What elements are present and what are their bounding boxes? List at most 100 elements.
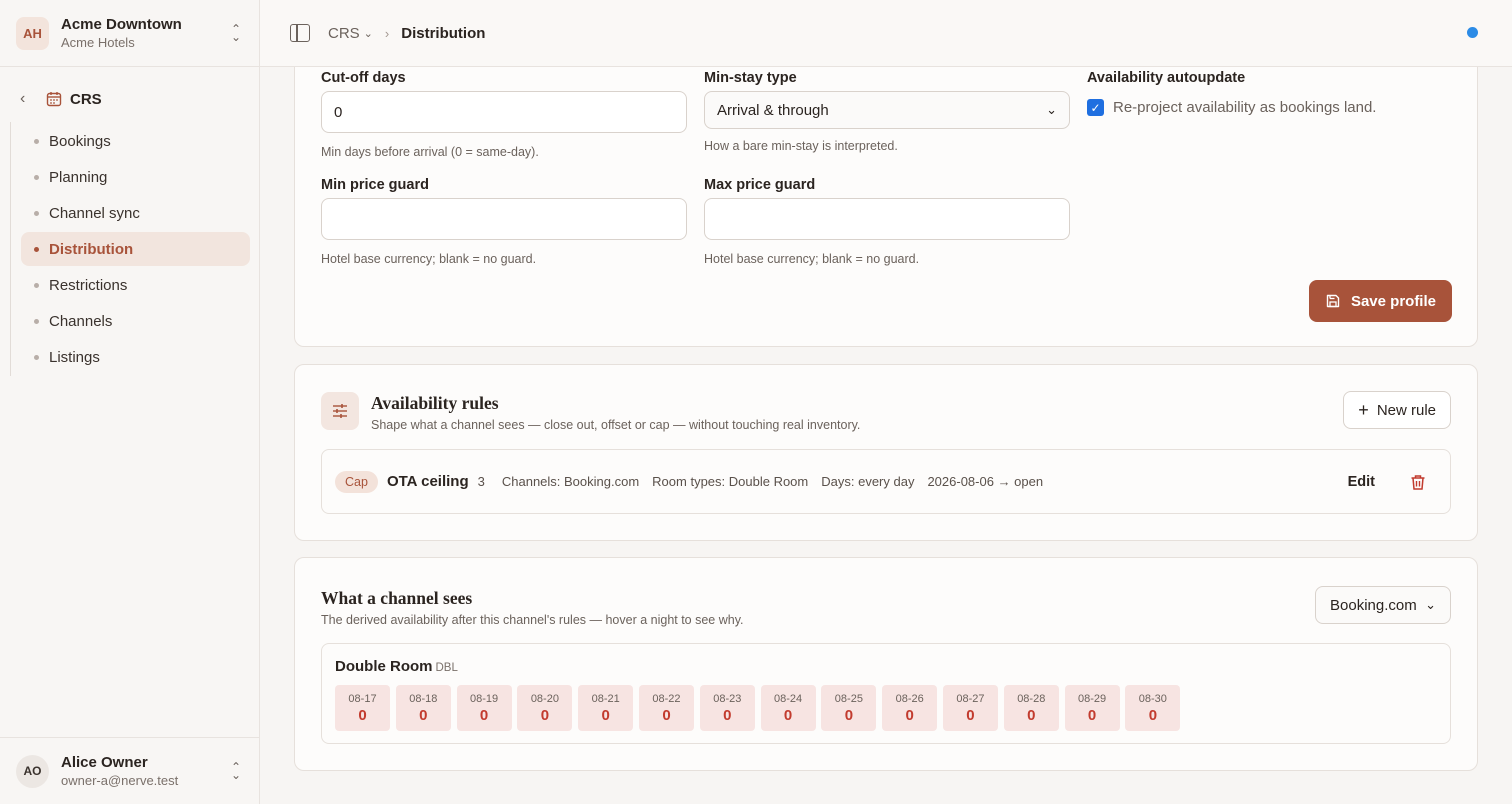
- rule-type-badge: Cap: [335, 470, 378, 493]
- availability-rules-card: Availability rules Shape what a channel …: [294, 364, 1478, 541]
- user-email: owner-a@nerve.test: [61, 773, 179, 788]
- night-date: 08-19: [470, 692, 499, 705]
- autoupdate-field: Availability autoupdate ✓ Re-project ava…: [1087, 70, 1453, 116]
- cutoff-input[interactable]: 0: [321, 91, 687, 133]
- org-name: Acme Downtown: [61, 16, 182, 33]
- nights-row: 08-17 0 08-18 0 08-19 0 08-20 0 08-21 0 08-22…: [335, 685, 1437, 731]
- minprice-field: Min price guard Hotel base currency; bla…: [321, 177, 687, 266]
- save-profile-button[interactable]: Save profile: [1308, 280, 1452, 322]
- sidebar-toggle-icon[interactable]: [290, 24, 310, 42]
- autoupdate-checkbox[interactable]: ✓: [1087, 99, 1104, 116]
- rule-value: 3: [477, 474, 485, 489]
- night-cell[interactable]: 08-28 0: [1003, 685, 1059, 731]
- breadcrumb-current: Distribution: [401, 24, 486, 42]
- sidebar-item-planning[interactable]: Planning: [21, 160, 250, 194]
- rule-row: Cap OTA ceiling 3 Channels: Booking.com …: [321, 449, 1451, 514]
- rule-room-types: Room types: Double Room: [652, 474, 809, 489]
- rule-channels: Channels: Booking.com: [501, 474, 640, 489]
- channel-select[interactable]: Booking.com ⌄: [1315, 586, 1451, 624]
- nav-section-header: ‹ CRS: [20, 82, 102, 116]
- night-date: 08-25: [834, 692, 863, 705]
- night-cell[interactable]: 08-27 0: [942, 685, 998, 731]
- rules-title: Availability rules: [371, 393, 499, 413]
- night-availability: 0: [662, 706, 671, 724]
- plus-icon: +: [1358, 399, 1369, 420]
- breadcrumb-root[interactable]: CRS ⌄: [328, 25, 373, 42]
- night-cell[interactable]: 08-17 0: [335, 685, 390, 731]
- rule-name: OTA ceiling: [386, 473, 469, 490]
- edit-rule-button[interactable]: Edit: [1348, 474, 1375, 490]
- minprice-input[interactable]: [321, 198, 687, 240]
- night-availability: 0: [905, 706, 914, 724]
- maxprice-field: Max price guard Hotel base currency; bla…: [704, 177, 1070, 266]
- minstay-field: Min-stay type Arrival & through ⌄ How a …: [704, 70, 1070, 153]
- breadcrumb-root-label: CRS: [328, 24, 360, 42]
- sidebar-item-listings[interactable]: Listings: [21, 340, 250, 374]
- chevron-updown-icon: ⌃ ⌄: [230, 760, 242, 782]
- sidebar-item-channel-sync[interactable]: Channel sync: [21, 196, 250, 230]
- org-switcher[interactable]: AH Acme Downtown Acme Hotels ⌃ ⌄: [0, 0, 259, 67]
- nav-section-title: CRS: [70, 90, 102, 108]
- night-date: 08-29: [1077, 692, 1107, 705]
- room-name-row: Double Room DBL: [335, 658, 1437, 675]
- night-cell[interactable]: 08-21 0: [578, 685, 634, 731]
- chevron-left-icon[interactable]: ‹: [20, 90, 38, 108]
- calendar-icon: [46, 92, 62, 107]
- trash-icon[interactable]: [1410, 474, 1426, 491]
- night-date: 08-23: [713, 692, 742, 705]
- minstay-hint: How a bare min-stay is interpreted.: [704, 139, 898, 153]
- sidebar-item-channels[interactable]: Channels: [21, 304, 250, 338]
- night-cell[interactable]: 08-30 0: [1125, 685, 1181, 731]
- night-cell[interactable]: 08-29 0: [1064, 685, 1120, 731]
- avatar: AO: [16, 754, 49, 788]
- org-subtitle: Acme Hotels: [61, 35, 135, 50]
- sliders-icon: [321, 392, 359, 430]
- top-bar: CRS ⌄ › Distribution: [260, 0, 1512, 67]
- org-avatar: AH: [16, 16, 49, 50]
- chevron-down-icon: ⌄: [1046, 102, 1057, 117]
- user-menu[interactable]: AO Alice Owner owner-a@nerve.test ⌃ ⌄: [0, 737, 259, 804]
- channel-view-card: What a channel sees The derived availabi…: [294, 557, 1478, 771]
- rules-subtitle: Shape what a channel sees — close out, o…: [371, 418, 861, 432]
- night-date: 08-18: [409, 692, 438, 705]
- chevron-updown-icon: ⌃ ⌄: [230, 22, 242, 44]
- chevron-right-icon: ›: [384, 25, 390, 41]
- night-date: 08-24: [774, 692, 803, 705]
- minprice-hint: Hotel base currency; blank = no guard.: [321, 252, 537, 266]
- night-availability: 0: [723, 706, 732, 724]
- night-availability: 0: [1027, 706, 1036, 724]
- night-date: 08-21: [591, 692, 620, 705]
- new-rule-button[interactable]: + New rule: [1343, 391, 1451, 429]
- night-availability: 0: [419, 706, 428, 724]
- night-availability: 0: [844, 706, 854, 724]
- autoupdate-label: Availability autoupdate: [1087, 70, 1246, 86]
- new-rule-label: New rule: [1376, 401, 1436, 419]
- minstay-select[interactable]: Arrival & through ⌄: [704, 91, 1070, 129]
- main-content: Cut-off days 0 Min days before arrival (…: [260, 67, 1512, 804]
- night-availability: 0: [783, 706, 793, 724]
- maxprice-input[interactable]: [704, 198, 1070, 240]
- night-availability: 0: [1087, 706, 1097, 724]
- night-date: 08-17: [348, 692, 377, 705]
- cutoff-label: Cut-off days: [321, 70, 406, 86]
- night-cell[interactable]: 08-23 0: [699, 685, 755, 731]
- minprice-label: Min price guard: [321, 177, 429, 193]
- night-availability: 0: [540, 706, 550, 724]
- sidebar-item-restrictions[interactable]: Restrictions: [21, 268, 250, 302]
- night-cell[interactable]: 08-19 0: [456, 685, 512, 731]
- night-date: 08-26: [895, 692, 924, 705]
- sidebar-item-bookings[interactable]: Bookings: [21, 124, 250, 158]
- sidebar-item-distribution[interactable]: Distribution: [21, 232, 250, 266]
- user-name: Alice Owner: [61, 754, 148, 771]
- night-date: 08-22: [652, 692, 681, 705]
- status-dot: [1467, 27, 1478, 38]
- minstay-value: Arrival & through: [717, 101, 829, 119]
- night-cell[interactable]: 08-20 0: [517, 685, 573, 731]
- night-cell[interactable]: 08-22 0: [638, 685, 694, 731]
- cutoff-field: Cut-off days 0 Min days before arrival (…: [321, 70, 687, 159]
- night-cell[interactable]: 08-25 0: [821, 685, 877, 731]
- sidebar: AH Acme Downtown Acme Hotels ⌃ ⌄ ‹ CRS Bo…: [0, 0, 260, 804]
- night-cell[interactable]: 08-18 0: [395, 685, 451, 731]
- night-cell[interactable]: 08-26 0: [882, 685, 938, 731]
- night-cell[interactable]: 08-24 0: [760, 685, 816, 731]
